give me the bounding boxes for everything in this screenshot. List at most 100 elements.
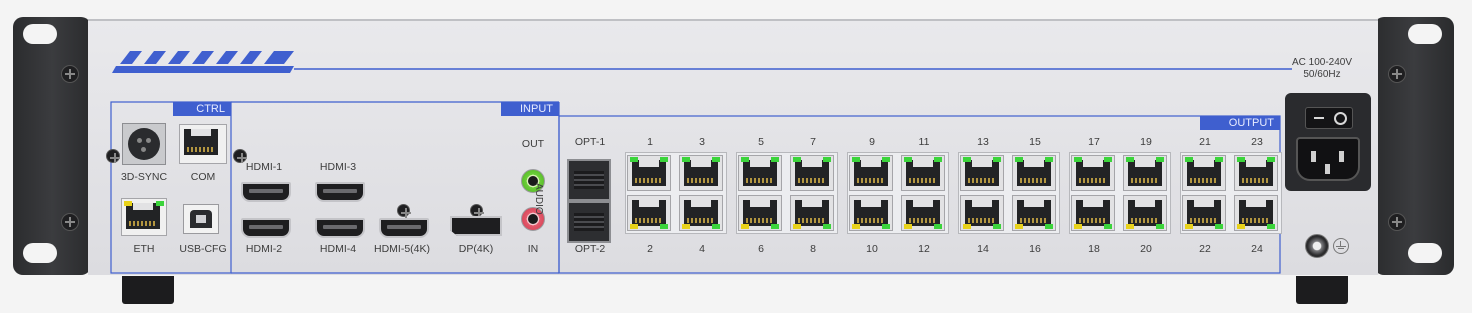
activity-led: [660, 224, 668, 229]
link-led: [852, 224, 860, 229]
output-port-grid: 1 2 3 4 5 6 7 8 9 10 11 12 13 14 15 16 17 18 19 20 21 22 23 24: [88, 21, 1378, 275]
activity-led: [993, 224, 1001, 229]
output-port-label: 1: [647, 136, 653, 148]
activity-led: [712, 224, 720, 229]
link-led: [852, 157, 860, 162]
output-port-label: 13: [977, 136, 989, 148]
output-port-bottom[interactable]: [901, 195, 945, 231]
activity-led: [1104, 157, 1112, 162]
output-port-bottom[interactable]: [849, 195, 893, 231]
link-led: [1015, 224, 1023, 229]
output-port-top[interactable]: [1234, 155, 1278, 191]
output-port-label: 17: [1088, 136, 1100, 148]
output-port-top[interactable]: [901, 155, 945, 191]
output-port-bottom[interactable]: [1012, 195, 1056, 231]
link-led: [630, 224, 638, 229]
output-port-label: 11: [918, 136, 930, 148]
output-port-bottom[interactable]: [790, 195, 834, 231]
activity-led: [993, 157, 1001, 162]
output-port-bottom[interactable]: [1071, 195, 1115, 231]
output-port-label: 6: [758, 243, 764, 255]
screw-icon: [1388, 65, 1406, 83]
output-port-top[interactable]: [790, 155, 834, 191]
link-led: [1074, 157, 1082, 162]
activity-led: [1156, 157, 1164, 162]
output-port-label: 16: [1029, 243, 1041, 255]
output-port-label: 23: [1251, 136, 1263, 148]
output-port-bottom[interactable]: [738, 195, 782, 231]
activity-led: [1156, 224, 1164, 229]
output-port-label: 10: [866, 243, 878, 255]
link-led: [1074, 224, 1082, 229]
link-led: [741, 157, 749, 162]
output-port-bottom[interactable]: [627, 195, 671, 231]
activity-led: [660, 157, 668, 162]
ac-inlet-icon[interactable]: [1296, 137, 1360, 181]
activity-led: [1104, 224, 1112, 229]
output-port-label: 3: [699, 136, 705, 148]
output-port-bottom[interactable]: [1234, 195, 1278, 231]
output-port-top[interactable]: [1123, 155, 1167, 191]
output-port-label: 22: [1199, 243, 1211, 255]
output-port-bottom[interactable]: [679, 195, 723, 231]
activity-led: [934, 157, 942, 162]
output-port-label: 21: [1199, 136, 1211, 148]
output-port-label: 18: [1088, 243, 1100, 255]
output-port-top[interactable]: [1012, 155, 1056, 191]
activity-led: [823, 157, 831, 162]
ground-icon: [1333, 238, 1349, 254]
link-led: [793, 157, 801, 162]
link-led: [963, 224, 971, 229]
activity-led: [771, 157, 779, 162]
ground-terminal[interactable]: [1305, 234, 1329, 258]
screw-icon: [61, 213, 79, 231]
output-port-bottom[interactable]: [1182, 195, 1226, 231]
rack-mount-slot: [1408, 243, 1442, 263]
link-led: [741, 224, 749, 229]
activity-led: [1215, 157, 1223, 162]
output-port-top[interactable]: [627, 155, 671, 191]
activity-led: [1267, 157, 1275, 162]
link-led: [904, 224, 912, 229]
output-port-label: 19: [1140, 136, 1152, 148]
output-port-label: 24: [1251, 243, 1263, 255]
activity-led: [882, 157, 890, 162]
link-led: [1015, 157, 1023, 162]
activity-led: [1045, 157, 1053, 162]
rear-panel: AC 100-240V 50/60Hz CTRL INPUT OUTPUT 3D…: [88, 19, 1378, 275]
link-led: [1185, 224, 1193, 229]
screw-icon: [61, 65, 79, 83]
output-port-top[interactable]: [1071, 155, 1115, 191]
output-port-top[interactable]: [849, 155, 893, 191]
power-switch-icon[interactable]: [1305, 107, 1353, 129]
link-led: [904, 157, 912, 162]
rack-mount-slot: [1408, 24, 1442, 44]
activity-led: [1215, 224, 1223, 229]
activity-led: [1045, 224, 1053, 229]
link-led: [793, 224, 801, 229]
rack-mount-slot: [23, 24, 57, 44]
link-led: [1126, 224, 1134, 229]
output-port-label: 8: [810, 243, 816, 255]
output-port-top[interactable]: [960, 155, 1004, 191]
output-port-label: 2: [647, 243, 653, 255]
output-port-label: 7: [810, 136, 816, 148]
right-rack-ear: [1374, 17, 1454, 275]
output-port-bottom[interactable]: [960, 195, 1004, 231]
output-port-top[interactable]: [679, 155, 723, 191]
output-port-top[interactable]: [738, 155, 782, 191]
output-port-label: 15: [1029, 136, 1041, 148]
output-port-top[interactable]: [1182, 155, 1226, 191]
link-led: [630, 157, 638, 162]
link-led: [682, 157, 690, 162]
output-port-label: 9: [869, 136, 875, 148]
activity-led: [823, 224, 831, 229]
link-led: [963, 157, 971, 162]
power-module: [1285, 93, 1371, 191]
activity-led: [934, 224, 942, 229]
activity-led: [712, 157, 720, 162]
output-port-label: 4: [699, 243, 705, 255]
screw-icon: [1388, 213, 1406, 231]
output-port-label: 12: [918, 243, 930, 255]
output-port-bottom[interactable]: [1123, 195, 1167, 231]
